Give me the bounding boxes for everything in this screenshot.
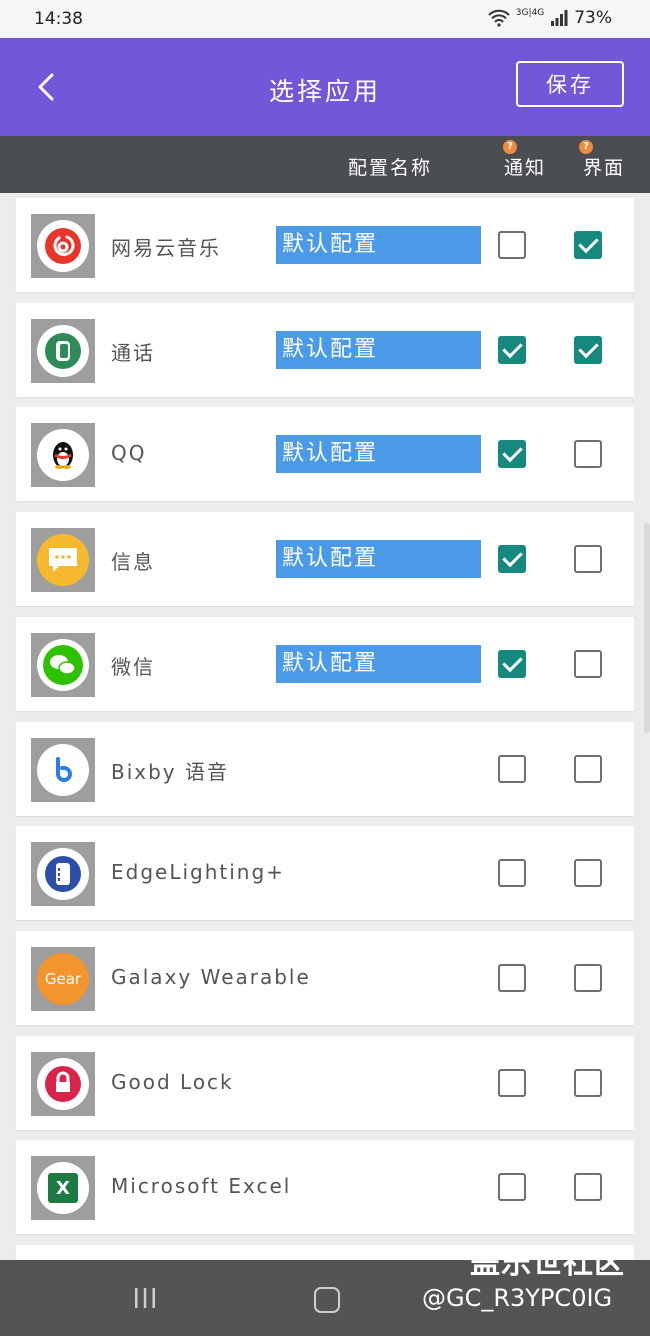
config-name-field[interactable]: 默认配置 — [276, 226, 481, 264]
config-name-field[interactable]: 默认配置 — [276, 644, 481, 683]
app-row[interactable]: 信息 默认配置 — [16, 512, 634, 607]
app-icon-frame — [31, 528, 95, 593]
recent-apps-icon[interactable] — [133, 1287, 157, 1309]
edge-lighting-icon — [37, 848, 89, 901]
app-icon-frame — [31, 318, 95, 383]
ui-checkbox[interactable] — [574, 545, 602, 574]
notify-checkbox[interactable] — [498, 859, 526, 888]
app-name: 微信 — [111, 654, 155, 679]
app-row[interactable]: 通话 默认配置 — [16, 302, 634, 397]
ui-checkbox[interactable] — [574, 963, 602, 992]
app-row[interactable]: 微信 默认配置 — [16, 616, 634, 711]
ui-checkbox[interactable] — [574, 1068, 602, 1097]
app-row[interactable]: X Microsoft Excel — [16, 1140, 634, 1235]
app-row[interactable]: 网易云音乐 默认配置 — [16, 198, 634, 292]
notify-checkbox[interactable] — [498, 1173, 526, 1202]
app-icon-frame — [31, 632, 95, 697]
notify-checkbox[interactable] — [498, 963, 526, 992]
gear-icon: Gear — [37, 952, 89, 1005]
watermark-title: 盖乐世社区 — [470, 1246, 625, 1281]
ui-help-icon[interactable]: ? — [579, 140, 593, 154]
messages-icon — [37, 534, 89, 587]
notify-checkbox[interactable] — [498, 231, 526, 259]
app-name: Good Lock — [111, 1069, 234, 1094]
config-name-field[interactable]: 默认配置 — [276, 330, 481, 369]
status-bar: 14:38 3G|4G 73% — [0, 0, 650, 38]
app-icon-frame: Gear — [31, 946, 95, 1011]
app-icon-frame — [31, 737, 95, 802]
ui-checkbox[interactable] — [574, 1173, 602, 1202]
status-icons: 3G|4G 73% — [488, 8, 612, 28]
app-row[interactable]: Bixby 语音 — [16, 721, 634, 816]
notify-checkbox[interactable] — [498, 1068, 526, 1097]
network-type: 3G|4G — [515, 8, 545, 18]
column-header: 配置名称 通知 ? 界面 ? — [0, 136, 650, 193]
ui-checkbox[interactable] — [574, 440, 602, 469]
notify-checkbox[interactable] — [498, 754, 526, 783]
phone-icon — [37, 324, 89, 377]
save-button[interactable]: 保存 — [516, 61, 624, 107]
ui-checkbox[interactable] — [574, 231, 602, 259]
app-icon-frame — [31, 214, 95, 278]
app-row[interactable]: EdgeLighting+ — [16, 826, 634, 921]
header-config-name: 配置名称 — [348, 157, 433, 179]
netease-music-icon — [37, 220, 89, 272]
status-time: 14:38 — [34, 9, 83, 29]
bixby-icon — [37, 743, 89, 796]
notify-checkbox[interactable] — [498, 545, 526, 574]
app-name: 网易云音乐 — [111, 236, 221, 260]
app-icon-frame: X — [31, 1156, 95, 1221]
app-icon-frame — [31, 842, 95, 907]
app-name: 通话 — [111, 340, 155, 365]
wechat-icon — [37, 638, 89, 691]
app-name: 信息 — [111, 550, 155, 575]
battery-level: 73% — [574, 8, 612, 28]
app-row[interactable]: QQ 默认配置 — [16, 407, 634, 502]
app-icon-frame — [31, 1051, 95, 1116]
notify-checkbox[interactable] — [498, 440, 526, 469]
app-row[interactable]: Gear Galaxy Wearable — [16, 930, 634, 1025]
qq-penguin-icon — [37, 429, 89, 482]
ui-checkbox[interactable] — [574, 754, 602, 783]
excel-icon: X — [37, 1162, 89, 1215]
header-ui: 界面 — [583, 157, 626, 179]
signal-icon — [551, 10, 568, 26]
app-row[interactable]: Good Lock — [16, 1035, 634, 1130]
scrollbar[interactable] — [644, 523, 650, 733]
config-name-field[interactable]: 默认配置 — [276, 435, 481, 474]
app-name: QQ — [111, 441, 147, 466]
app-icon-frame — [31, 423, 95, 488]
ui-checkbox[interactable] — [574, 859, 602, 888]
notify-checkbox[interactable] — [498, 649, 526, 678]
app-name: EdgeLighting+ — [111, 860, 285, 885]
ui-checkbox[interactable] — [574, 335, 602, 364]
wifi-icon — [488, 9, 510, 27]
watermark-id: @GC_R3YPC0IG — [422, 1284, 613, 1312]
header-notify: 通知 — [504, 157, 547, 179]
app-name: Galaxy Wearable — [111, 964, 311, 989]
app-name: Microsoft Excel — [111, 1174, 292, 1199]
home-icon[interactable] — [314, 1287, 340, 1313]
notify-help-icon[interactable]: ? — [503, 140, 517, 154]
config-name-field[interactable]: 默认配置 — [276, 540, 481, 579]
notify-checkbox[interactable] — [498, 335, 526, 364]
app-list[interactable]: 网易云音乐 默认配置 通话 默认配置 QQ 默认配置 信息 默认配置 微信 默认配置 Bixby 语… — [0, 193, 650, 1260]
app-name: Bixby 语音 — [111, 759, 230, 784]
good-lock-icon — [37, 1057, 89, 1110]
ui-checkbox[interactable] — [574, 649, 602, 678]
app-bar: 选择应用 保存 — [0, 38, 650, 136]
